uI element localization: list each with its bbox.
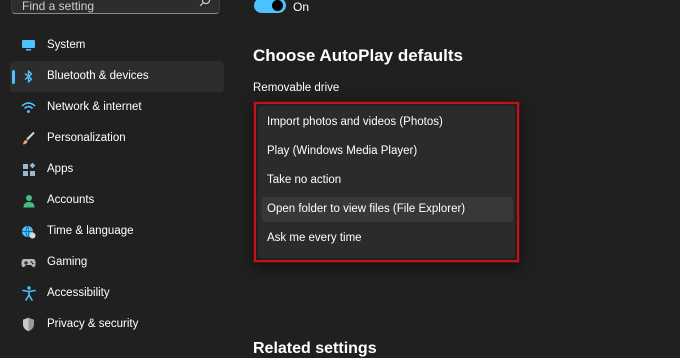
globe-clock-icon — [21, 224, 36, 239]
option-open-folder[interactable]: Open folder to view files (File Explorer… — [262, 197, 513, 222]
option-label: Ask me every time — [267, 232, 362, 244]
sidebar-item-privacy-security[interactable]: Privacy & security — [10, 309, 224, 340]
accessibility-icon — [21, 286, 36, 301]
removable-drive-dropdown-menu: Import photos and videos (Photos) Play (… — [258, 106, 515, 258]
autoplay-toggle[interactable] — [254, 0, 286, 13]
sidebar-item-network-internet[interactable]: Network & internet — [10, 92, 224, 123]
sidebar-item-system[interactable]: System — [10, 30, 224, 61]
sidebar-item-label: Accessibility — [47, 287, 110, 299]
selected-indicator — [12, 70, 15, 84]
sidebar-item-gaming[interactable]: Gaming — [10, 247, 224, 278]
option-label: Take no action — [267, 174, 342, 186]
search-input[interactable] — [22, 0, 192, 19]
option-import-photos[interactable]: Import photos and videos (Photos) — [262, 110, 513, 135]
sidebar-item-label: Apps — [47, 163, 74, 175]
option-ask-every-time[interactable]: Ask me every time — [262, 226, 513, 251]
sidebar-item-label: Personalization — [47, 132, 126, 144]
sidebar-item-accounts[interactable]: Accounts — [10, 185, 224, 216]
sidebar-item-label: Gaming — [47, 256, 88, 268]
option-take-no-action[interactable]: Take no action — [262, 168, 513, 193]
monitor-icon — [21, 38, 36, 53]
removable-drive-label: Removable drive — [253, 82, 340, 94]
sidebar-item-label: Bluetooth & devices — [47, 70, 149, 82]
sidebar-item-label: Privacy & security — [47, 318, 139, 330]
sidebar-item-label: System — [47, 39, 86, 51]
toggle-knob — [272, 0, 283, 11]
sidebar-item-personalization[interactable]: Personalization — [10, 123, 224, 154]
shield-icon — [21, 317, 36, 332]
option-play-media-player[interactable]: Play (Windows Media Player) — [262, 139, 513, 164]
gamepad-icon — [21, 255, 36, 270]
sidebar-item-label: Accounts — [47, 194, 95, 206]
option-label: Play (Windows Media Player) — [267, 145, 418, 157]
option-label: Import photos and videos (Photos) — [267, 116, 443, 128]
sidebar-item-apps[interactable]: Apps — [10, 154, 224, 185]
bluetooth-icon — [21, 69, 36, 84]
sidebar-item-label: Network & internet — [47, 101, 142, 113]
related-settings-heading: Related settings — [253, 340, 377, 357]
sidebar-item-bluetooth-devices[interactable]: Bluetooth & devices — [10, 61, 224, 92]
toggle-state-label: On — [293, 0, 310, 14]
search-box[interactable] — [11, 0, 220, 19]
sidebar-item-time-language[interactable]: Time & language — [10, 216, 224, 247]
section-heading: Choose AutoPlay defaults — [253, 46, 464, 65]
person-icon — [21, 193, 36, 208]
search-icon[interactable] — [199, 0, 211, 7]
apps-icon — [21, 162, 36, 177]
sidebar-item-accessibility[interactable]: Accessibility — [10, 278, 224, 309]
sidebar-nav: System Bluetooth & devices Network & int… — [10, 30, 224, 340]
option-label: Open folder to view files (File Explorer… — [267, 203, 466, 215]
wifi-icon — [21, 100, 36, 115]
brush-icon — [21, 131, 36, 146]
sidebar-item-label: Time & language — [47, 225, 134, 237]
